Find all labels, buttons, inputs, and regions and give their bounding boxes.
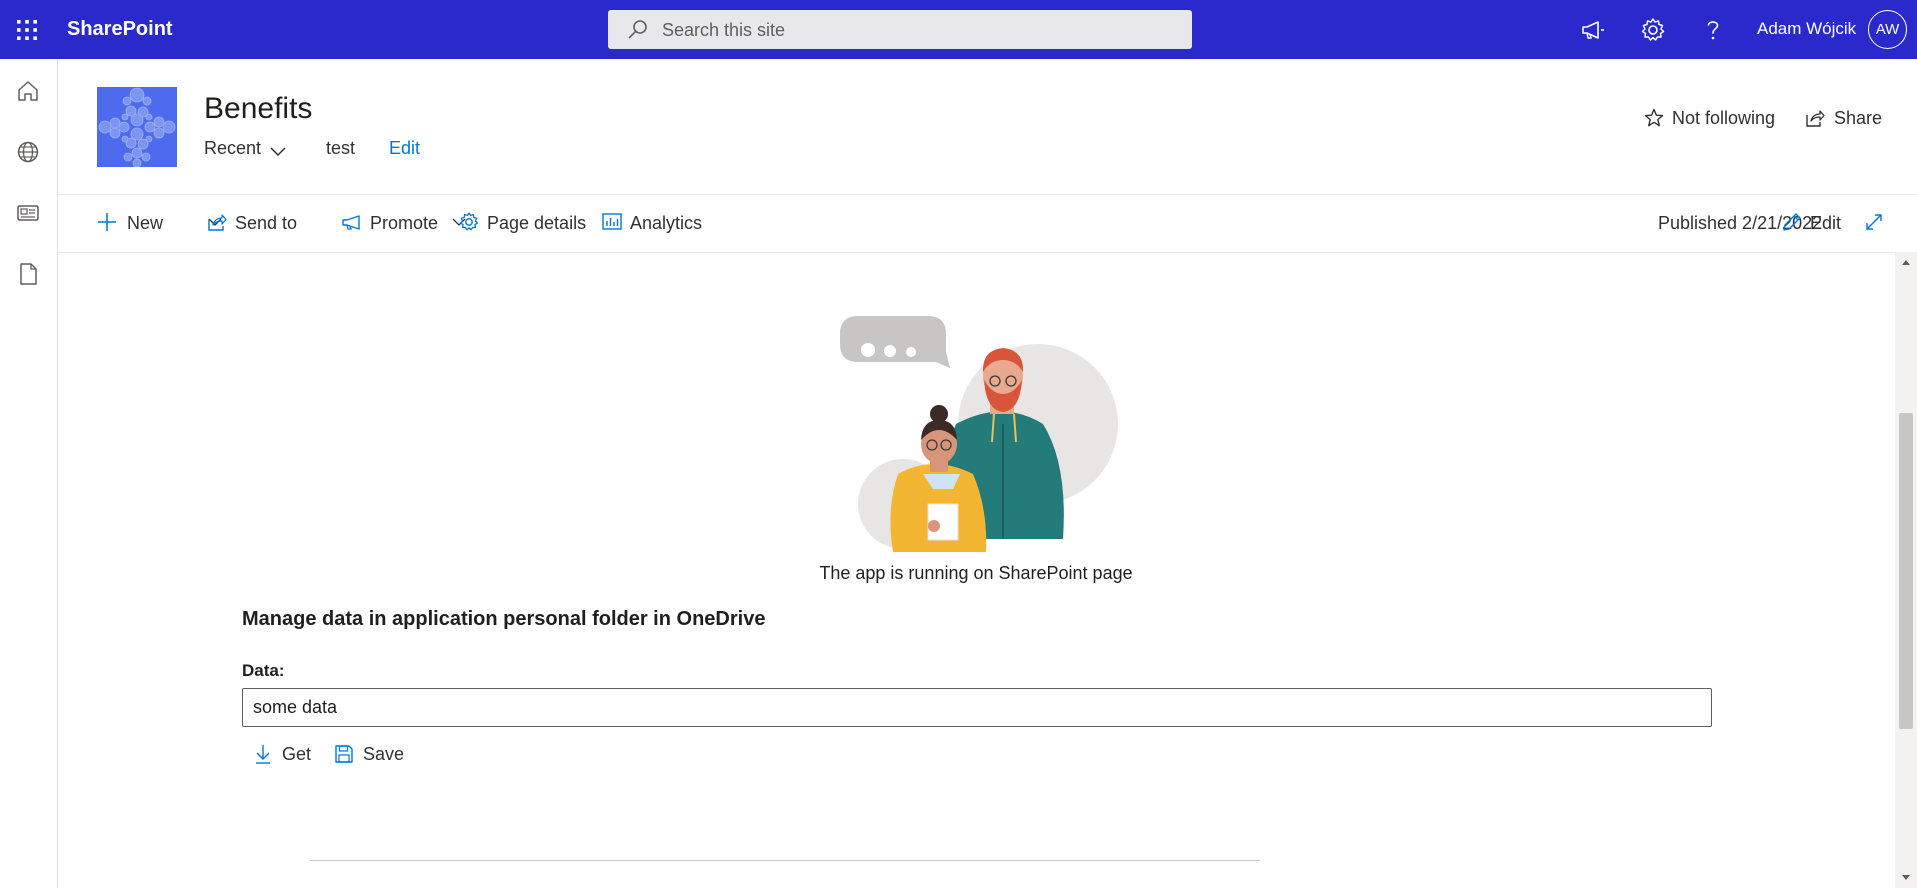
analytics-button[interactable]: Analytics	[600, 210, 710, 236]
nav-test[interactable]: test	[326, 138, 355, 159]
promote-label: Promote	[370, 213, 439, 233]
app-launcher-icon[interactable]	[12, 15, 42, 45]
data-label: Data:	[242, 661, 285, 680]
pencil-icon	[1780, 210, 1804, 234]
page-details-label: Page details	[487, 213, 587, 233]
user-name[interactable]: Adam Wójcik	[1757, 19, 1856, 39]
section-divider	[310, 860, 1260, 861]
user-avatar[interactable]: AW	[1868, 10, 1907, 49]
analytics-label: Analytics	[630, 213, 703, 233]
nav-edit-link[interactable]: Edit	[389, 138, 420, 159]
new-label: New	[127, 213, 164, 233]
nav-recent[interactable]: Recent	[204, 138, 261, 159]
site-title[interactable]: Benefits	[204, 92, 312, 126]
settings-gear-icon	[457, 210, 481, 234]
scroll-down-arrow-icon[interactable]	[1901, 874, 1911, 882]
command-bar: New Send to Promote Page details Analyti…	[58, 194, 1917, 253]
new-button[interactable]: New	[95, 210, 222, 236]
app-running-text: The app is running on SharePoint page	[819, 563, 1133, 583]
share-button[interactable]: Share	[1803, 107, 1882, 129]
site-logo[interactable]	[97, 87, 177, 167]
plus-icon	[95, 210, 119, 234]
share-label: Share	[1834, 108, 1883, 128]
expand-icon[interactable]	[1862, 210, 1886, 236]
edit-page-label: Edit	[1810, 213, 1842, 233]
share-icon	[1803, 107, 1825, 129]
megaphone-icon	[340, 210, 364, 234]
search-box[interactable]: Search this site	[608, 10, 1192, 49]
analytics-icon	[600, 210, 624, 234]
page-icon[interactable]	[14, 260, 42, 288]
send-to-button[interactable]: Send to	[205, 210, 466, 236]
follow-label: Not following	[1672, 108, 1776, 128]
data-input[interactable]	[242, 688, 1712, 727]
sharepoint-brand[interactable]: SharePoint	[67, 18, 173, 41]
download-arrow-icon	[252, 743, 274, 765]
section-heading: Manage data in application personal fold…	[242, 608, 766, 630]
promote-button[interactable]: Promote	[340, 210, 450, 236]
scrollbar-thumb[interactable]	[1899, 413, 1913, 729]
follow-button[interactable]: Not following	[1643, 107, 1775, 129]
people-illustration	[838, 314, 1128, 554]
page-details-button[interactable]: Page details	[457, 210, 587, 236]
save-button[interactable]: Save	[333, 739, 405, 769]
news-icon[interactable]	[14, 199, 42, 227]
send-to-label: Send to	[235, 213, 298, 233]
megaphone-icon[interactable]	[1578, 15, 1608, 45]
chevron-down-icon[interactable]	[268, 143, 288, 159]
get-button[interactable]: Get	[252, 739, 316, 769]
get-label: Get	[282, 744, 312, 764]
save-floppy-icon	[333, 743, 355, 765]
help-icon[interactable]	[1698, 15, 1728, 45]
scroll-up-arrow-icon[interactable]	[1901, 258, 1911, 266]
home-icon[interactable]	[14, 77, 42, 105]
edit-page-button[interactable]: Edit	[1780, 210, 1844, 236]
left-app-rail	[0, 59, 58, 888]
settings-gear-icon[interactable]	[1638, 15, 1668, 45]
send-to-icon	[205, 210, 229, 234]
suite-bar: SharePoint Search this site Adam Wójcik …	[0, 0, 1917, 59]
star-icon	[1643, 107, 1665, 129]
search-placeholder: Search this site	[662, 20, 786, 40]
save-label: Save	[363, 744, 405, 764]
globe-icon[interactable]	[14, 138, 42, 166]
search-icon	[626, 18, 650, 42]
